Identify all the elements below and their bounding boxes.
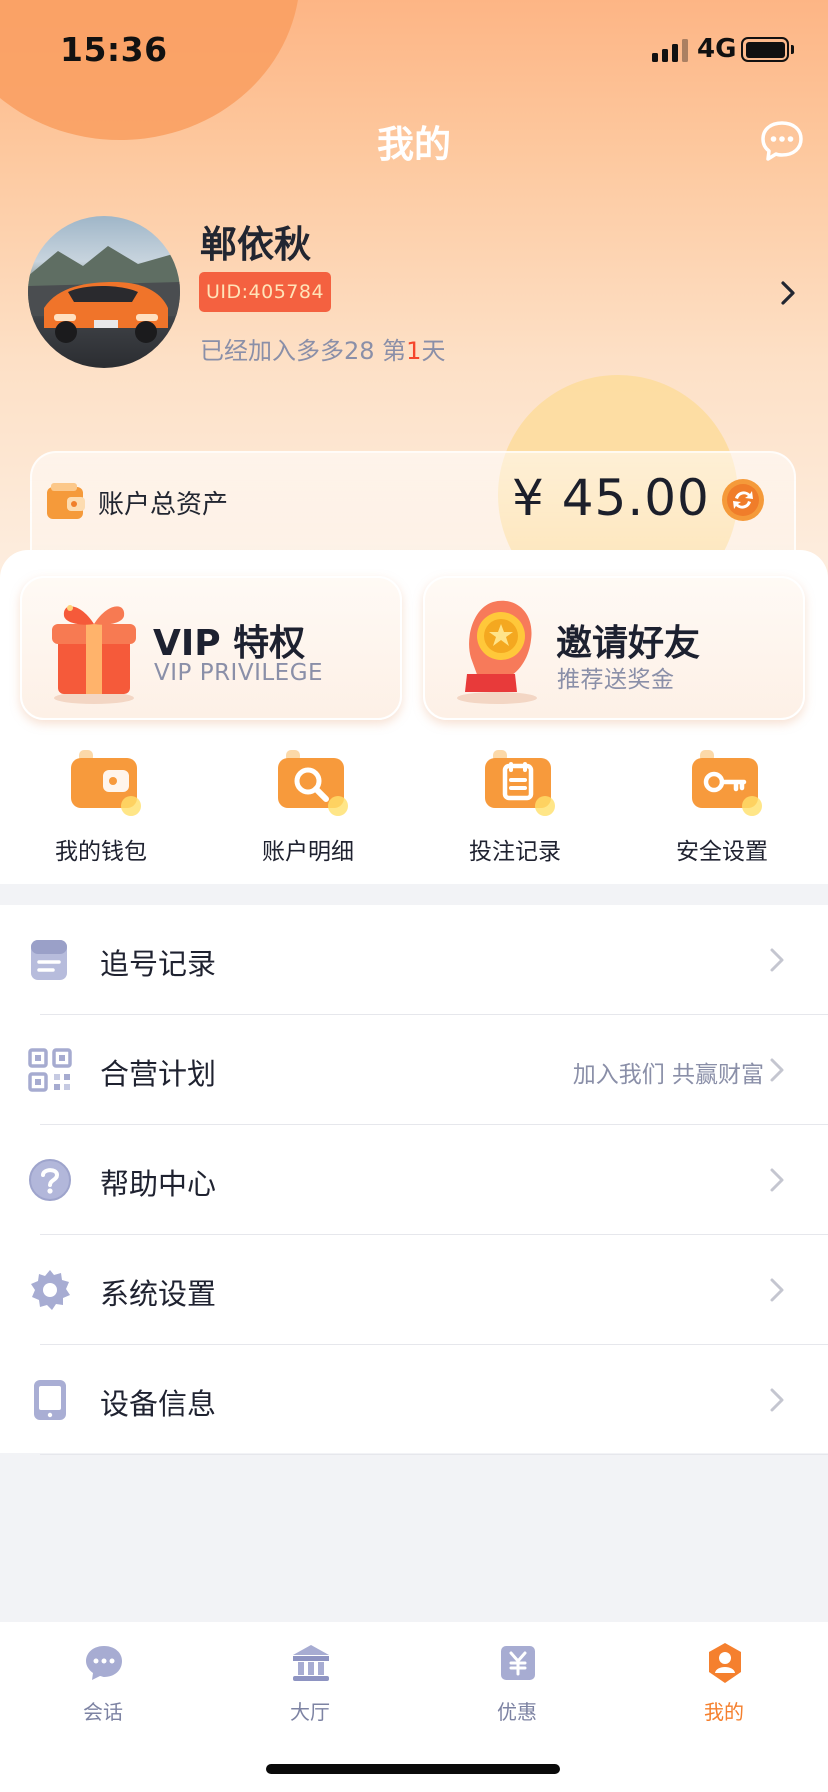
tab-label: 我的 bbox=[704, 1700, 744, 1724]
clipboard-icon bbox=[28, 938, 72, 982]
quick-action-security-settings[interactable]: 安全设置 bbox=[642, 748, 802, 868]
tab-label: 会话 bbox=[83, 1700, 123, 1724]
tab-label: 大厅 bbox=[290, 1700, 330, 1724]
tab-chat[interactable]: 会话 bbox=[43, 1642, 163, 1742]
menu-item-hint: 加入我们 共赢财富 bbox=[572, 1062, 764, 1088]
chevron-right-icon bbox=[769, 1057, 785, 1083]
wallet-icon bbox=[45, 481, 87, 523]
message-icon[interactable] bbox=[760, 120, 804, 162]
signal-icon bbox=[652, 38, 688, 62]
menu-item-label: 帮助中心 bbox=[100, 1167, 217, 1201]
quick-action-bet-records[interactable]: 投注记录 bbox=[435, 748, 595, 868]
quick-action-label: 投注记录 bbox=[469, 839, 561, 865]
menu-item-device-info[interactable]: 设备信息 bbox=[0, 1345, 828, 1455]
qr-code-icon bbox=[28, 1048, 72, 1092]
menu-item-label: 系统设置 bbox=[100, 1277, 217, 1311]
coupon-icon bbox=[497, 1642, 539, 1684]
chevron-right-icon bbox=[769, 1277, 785, 1303]
tab-label: 优惠 bbox=[497, 1700, 537, 1724]
key-icon bbox=[686, 748, 766, 820]
chevron-right-icon bbox=[769, 1387, 785, 1413]
uid-badge: UID:405784 bbox=[199, 272, 332, 312]
chevron-right-icon[interactable] bbox=[779, 280, 797, 306]
refresh-icon[interactable] bbox=[721, 478, 765, 522]
join-prefix: 已经加入多多28 第 bbox=[200, 337, 407, 365]
menu-item-label: 追号记录 bbox=[100, 947, 217, 981]
avatar[interactable] bbox=[28, 216, 180, 368]
page-title: 我的 bbox=[377, 123, 451, 166]
chat-icon bbox=[83, 1642, 125, 1684]
menu-item-label: 设备信息 bbox=[100, 1387, 217, 1421]
search-icon bbox=[272, 748, 352, 820]
chevron-right-icon bbox=[769, 947, 785, 973]
wallet-icon bbox=[65, 748, 145, 820]
asset-label: 账户总资产 bbox=[98, 490, 229, 520]
menu-item-partnership-plan[interactable]: 合营计划 加入我们 共赢财富 bbox=[0, 1015, 828, 1125]
tab-hall[interactable]: 大厅 bbox=[250, 1642, 370, 1742]
device-icon bbox=[28, 1378, 72, 1422]
profile-icon bbox=[704, 1642, 746, 1684]
tab-mine[interactable]: 我的 bbox=[664, 1642, 784, 1742]
hall-icon bbox=[290, 1642, 332, 1684]
menu-list: 追号记录 合营计划 加入我们 共赢财富 帮助中心 系统设置 设备信息 bbox=[0, 905, 828, 1455]
coin-hand-icon bbox=[443, 588, 551, 706]
quick-action-wallet[interactable]: 我的钱包 bbox=[21, 748, 181, 868]
help-icon bbox=[28, 1158, 72, 1202]
asset-value: ¥ 45.00 bbox=[512, 469, 710, 527]
quick-action-label: 账户明细 bbox=[262, 839, 354, 865]
menu-item-system-settings[interactable]: 系统设置 bbox=[0, 1235, 828, 1345]
join-suffix: 天 bbox=[421, 337, 446, 365]
gear-icon bbox=[28, 1268, 72, 1312]
user-name: 郸依秋 bbox=[200, 223, 311, 266]
promo-title: VIP 特权 bbox=[153, 623, 306, 664]
status-time: 15:36 bbox=[60, 30, 168, 69]
invite-friends-card[interactable]: 邀请好友 推荐送奖金 bbox=[423, 576, 805, 720]
gift-box-icon bbox=[40, 588, 148, 706]
quick-action-label: 安全设置 bbox=[676, 839, 768, 865]
join-info: 已经加入多多28 第1天 bbox=[200, 331, 445, 366]
menu-item-help-center[interactable]: 帮助中心 bbox=[0, 1125, 828, 1235]
network-type: 4G bbox=[697, 34, 737, 64]
menu-item-label: 合营计划 bbox=[100, 1057, 217, 1091]
home-indicator bbox=[266, 1764, 560, 1774]
tab-promotions[interactable]: 优惠 bbox=[457, 1642, 577, 1742]
promo-title: 邀请好友 bbox=[556, 623, 701, 664]
divider bbox=[40, 1453, 828, 1455]
quick-action-label: 我的钱包 bbox=[55, 839, 147, 865]
status-bar: 15:36 4G bbox=[0, 0, 828, 100]
quick-action-account-details[interactable]: 账户明细 bbox=[228, 748, 388, 868]
join-days: 1 bbox=[406, 337, 422, 365]
battery-icon bbox=[741, 37, 794, 62]
menu-item-chase-records[interactable]: 追号记录 bbox=[0, 905, 828, 1015]
vip-privilege-card[interactable]: VIP 特权 VIP PRIVILEGE bbox=[20, 576, 402, 720]
promo-subtitle: VIP PRIVILEGE bbox=[154, 660, 324, 686]
record-icon bbox=[479, 748, 559, 820]
promo-subtitle: 推荐送奖金 bbox=[557, 667, 675, 693]
chevron-right-icon bbox=[769, 1167, 785, 1193]
